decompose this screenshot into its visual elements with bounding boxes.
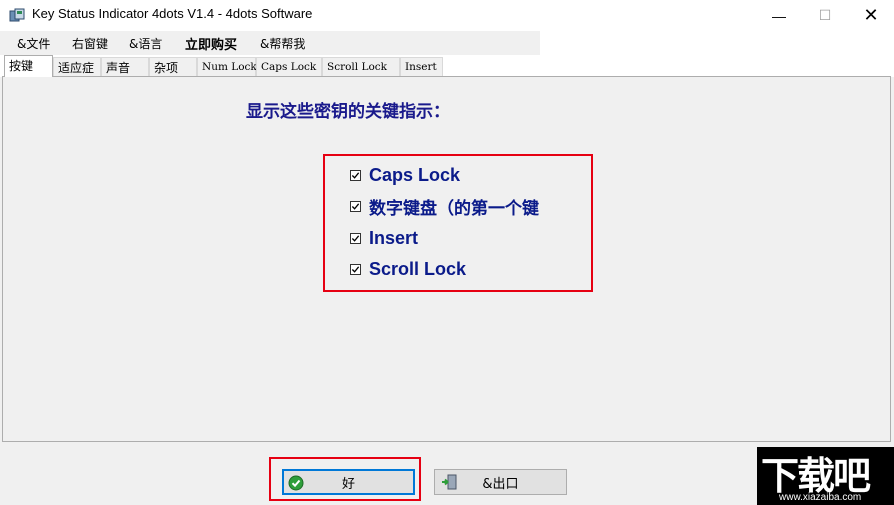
panel-heading: 显示这些密钥的关键指示： <box>246 102 450 122</box>
window-title: Key Status Indicator 4dots V1.4 - 4dots … <box>32 6 313 21</box>
watermark-url: www.xiazaiba.com <box>779 492 862 503</box>
caps-lock-checkbox[interactable] <box>350 169 361 181</box>
tab-misc[interactable]: 杂项 <box>149 57 197 76</box>
menu-right-key[interactable]: 右窗键 <box>72 35 108 52</box>
scroll-lock-checkbox[interactable] <box>350 263 361 275</box>
tab-indication[interactable]: 适应症 <box>53 57 101 76</box>
option-numpad[interactable]: 数字键盘（的第一个键 <box>350 194 539 219</box>
check-icon <box>351 234 360 242</box>
site-watermark-logo: 下载吧 www.xiazaiba.com <box>757 447 894 505</box>
checkmark-circle-icon <box>288 475 304 491</box>
tab-strip: 按键 适应症 声音 杂项 Num Lock Caps Lock Scroll L… <box>0 55 894 77</box>
tab-num-lock[interactable]: Num Lock <box>197 57 257 76</box>
ok-button[interactable]: 好 <box>282 469 415 495</box>
check-icon <box>351 265 360 273</box>
check-icon <box>351 202 360 210</box>
option-scroll-lock[interactable]: Scroll Lock <box>350 257 466 281</box>
menu-language[interactable]: &语言 <box>129 35 162 52</box>
menu-help[interactable]: &帮帮我 <box>260 35 305 52</box>
numpad-checkbox[interactable] <box>350 200 361 212</box>
tab-sound[interactable]: 声音 <box>101 57 149 76</box>
menu-bar: &文件 右窗键 &语言 立即购买 &帮帮我 <box>0 31 540 55</box>
check-icon <box>351 171 360 179</box>
menu-bar-empty <box>540 31 894 55</box>
option-insert[interactable]: Insert <box>350 226 418 250</box>
numpad-label: 数字键盘（的第一个键 <box>369 198 539 219</box>
tab-keys[interactable]: 按键 <box>4 55 53 77</box>
maximize-button[interactable]: ☐ <box>802 0 848 31</box>
scroll-lock-label: Scroll Lock <box>369 258 467 279</box>
menu-buy-now[interactable]: 立即购买 <box>185 34 237 53</box>
exit-button[interactable]: &出口 <box>434 469 567 495</box>
exit-door-icon <box>441 474 457 490</box>
insert-label: Insert <box>369 227 419 248</box>
tab-scroll-lock[interactable]: Scroll Lock <box>322 57 400 76</box>
tab-caps-lock[interactable]: Caps Lock <box>256 57 322 76</box>
tab-insert[interactable]: Insert <box>400 57 443 76</box>
caps-lock-label: Caps Lock <box>369 164 461 185</box>
insert-checkbox[interactable] <box>350 232 361 244</box>
option-caps-lock[interactable]: Caps Lock <box>350 163 460 187</box>
minimize-button[interactable]: — <box>756 0 802 31</box>
app-icon <box>9 7 25 23</box>
close-button[interactable]: ✕ <box>848 0 894 31</box>
title-bar[interactable]: Key Status Indicator 4dots V1.4 - 4dots … <box>0 0 894 31</box>
menu-file[interactable]: &文件 <box>17 35 50 52</box>
